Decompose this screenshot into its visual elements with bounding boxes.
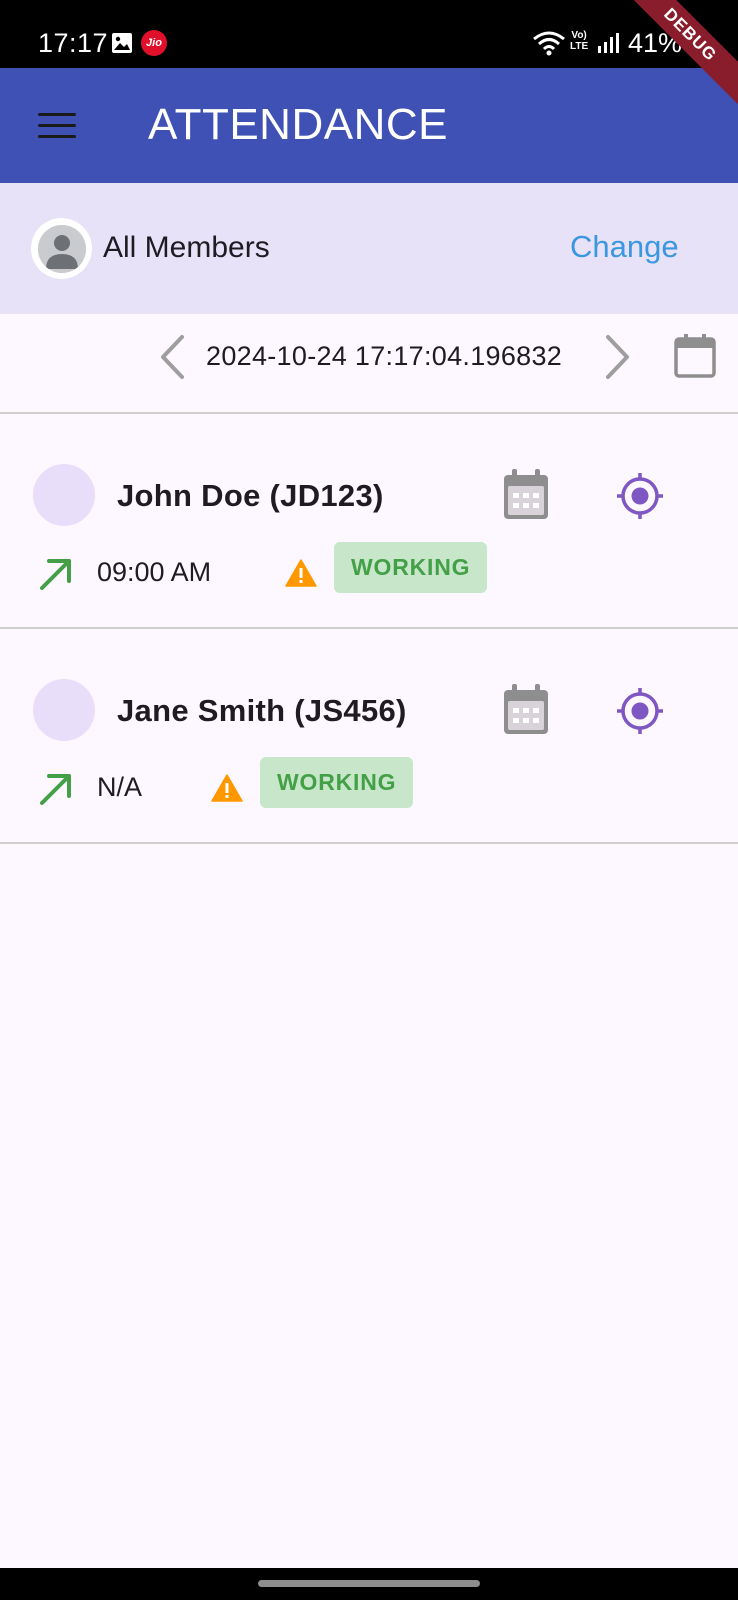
change-button[interactable]: Change [570, 229, 679, 265]
gps-target-icon[interactable] [616, 687, 664, 735]
person-icon [37, 224, 86, 273]
warning-icon [285, 559, 317, 587]
signal-icon [598, 33, 619, 53]
member-selector: All Members Change [0, 183, 738, 314]
list-item: John Doe (JD123) 09:00 AM WORKING [0, 414, 738, 624]
status-bar: 17:17 Jio Vo) LTE 41% [0, 0, 738, 68]
check-in-time: N/A [97, 772, 143, 802]
app-bar: ATTENDANCE [0, 68, 738, 183]
warning-icon [211, 774, 243, 802]
member-name: John Doe (JD123) [117, 478, 384, 513]
calendar-icon[interactable] [502, 684, 550, 736]
arrow-up-right-icon [40, 774, 71, 805]
volte-label: Vo) LTE [570, 30, 589, 52]
current-date: 2024-10-24 17:17:04.196832 [206, 341, 563, 371]
home-indicator[interactable] [258, 1580, 480, 1587]
status-badge: WORKING [334, 542, 488, 593]
page-title: ATTENDANCE [148, 100, 448, 149]
wifi-icon [533, 31, 565, 56]
date-navigator: 2024-10-24 17:17:04.196832 [0, 314, 738, 413]
arrow-up-right-icon [40, 559, 71, 590]
member-filter-label: All Members [103, 231, 270, 264]
chevron-left-icon[interactable] [158, 334, 186, 380]
calendar-icon[interactable] [673, 333, 717, 379]
member-name: Jane Smith (JS456) [117, 693, 407, 728]
divider [0, 842, 738, 844]
jio-badge: Jio [141, 30, 167, 56]
status-time: 17:17 [38, 28, 109, 58]
avatar [33, 679, 95, 741]
system-nav-bar [0, 1568, 738, 1600]
list-item: Jane Smith (JS456) N/A WORKING [0, 629, 738, 839]
status-badge: WORKING [260, 757, 414, 808]
avatar [33, 464, 95, 526]
gallery-icon [112, 33, 132, 53]
check-in-time: 09:00 AM [97, 557, 212, 587]
avatar [31, 218, 92, 279]
gps-target-icon[interactable] [616, 472, 664, 520]
calendar-icon[interactable] [502, 469, 550, 521]
chevron-right-icon[interactable] [604, 334, 632, 380]
menu-icon[interactable] [38, 111, 76, 139]
